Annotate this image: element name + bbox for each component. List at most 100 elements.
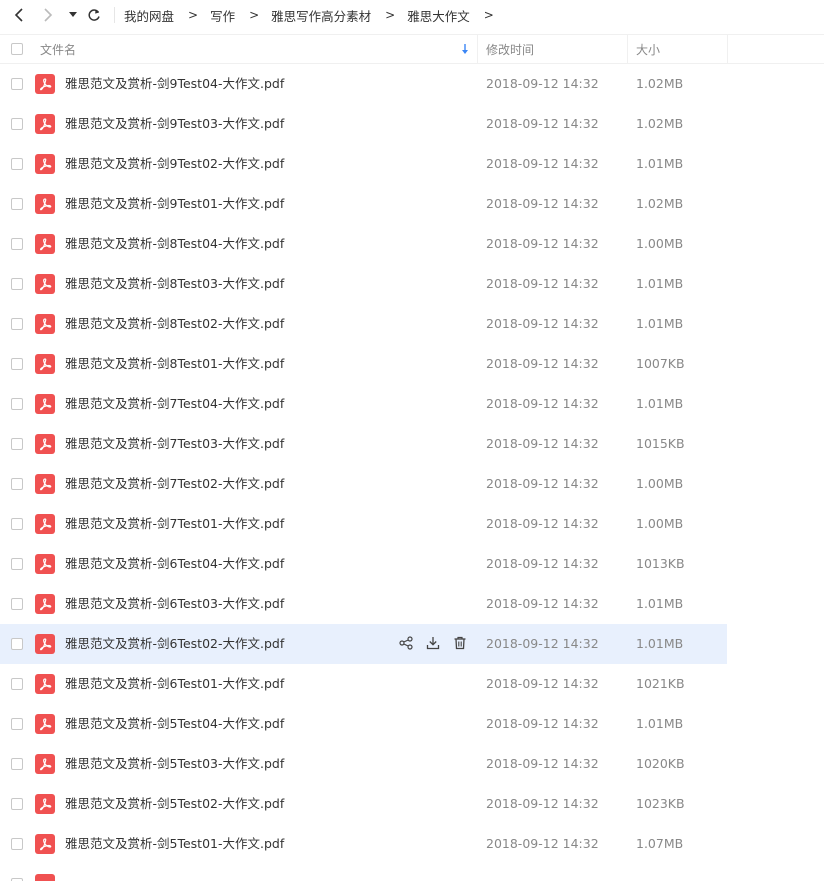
file-row[interactable]: 雅思范文及赏析-剑7Test02-大作文.pdf 2018-09-12 14:32… (0, 464, 727, 504)
history-dropdown-button[interactable] (66, 5, 80, 25)
row-checkbox[interactable] (11, 398, 23, 410)
file-row[interactable]: 雅思范文及赏析-剑8Test03-大作文.pdf 2018-09-12 14:32… (0, 264, 727, 304)
file-row[interactable]: 雅思范文及赏析-剑6Test01-大作文.pdf 2018-09-12 14:32… (0, 664, 727, 704)
breadcrumb-item[interactable]: 我的网盘 (124, 6, 174, 25)
breadcrumb-item[interactable]: 写作 (210, 6, 235, 25)
file-size: 1.02MB (636, 76, 684, 91)
file-row[interactable]: 雅思范文及赏析-剑9Test04-大作文.pdf 2018-09-12 14:32… (0, 64, 727, 104)
row-checkbox[interactable] (11, 438, 23, 450)
file-name[interactable]: 雅思范文及赏析-剑6Test02-大作文.pdf (65, 624, 284, 664)
file-name[interactable]: 雅思范文及赏析-剑6Test01-大作文.pdf (65, 664, 284, 704)
pdf-file-icon (35, 514, 55, 534)
file-row[interactable]: 雅思范文及赏析-剑7Test03-大作文.pdf 2018-09-12 14:32… (0, 424, 727, 464)
row-checkbox[interactable] (11, 718, 23, 730)
file-size: 1.01MB (636, 156, 684, 171)
nav-divider (114, 7, 115, 23)
chevron-left-icon (14, 8, 23, 22)
file-size: 1.01MB (636, 316, 684, 331)
file-row[interactable]: 雅思范文及赏析-剑7Test01-大作文.pdf 2018-09-12 14:32… (0, 504, 727, 544)
row-checkbox[interactable] (11, 758, 23, 770)
file-row[interactable]: 雅思范文及赏析-剑9Test03-大作文.pdf 2018-09-12 14:32… (0, 104, 727, 144)
row-checkbox[interactable] (11, 478, 23, 490)
file-row[interactable]: 雅思范文及赏析-剑9Test01-大作文.pdf 2018-09-12 14:32… (0, 184, 727, 224)
file-row[interactable]: 雅思范文及赏析-剑8Test02-大作文.pdf 2018-09-12 14:32… (0, 304, 727, 344)
file-row[interactable]: 雅思范文及赏析-剑6Test03-大作文.pdf 2018-09-12 14:32… (0, 584, 727, 624)
column-divider[interactable] (727, 35, 728, 63)
file-name[interactable]: 雅思范文及赏析-剑9Test04-大作文.pdf (65, 64, 284, 104)
back-button[interactable] (9, 5, 29, 25)
column-divider[interactable] (627, 35, 628, 63)
row-checkbox[interactable] (11, 78, 23, 90)
file-size: 1007KB (636, 356, 685, 371)
row-checkbox[interactable] (11, 318, 23, 330)
trash-button[interactable] (451, 635, 469, 653)
file-name[interactable]: 雅思范文及赏析-剑5Test02-大作文.pdf (65, 784, 284, 824)
file-size: 1021KB (636, 676, 685, 691)
file-name[interactable]: 雅思范文及赏析-剑7Test04-大作文.pdf (65, 384, 284, 424)
file-name[interactable]: 雅思范文及赏析-剑5Test04-大作文.pdf (65, 704, 284, 744)
column-header-size[interactable]: 大小 (636, 35, 660, 63)
file-modified-time: 2018-09-12 14:32 (486, 316, 599, 331)
row-checkbox[interactable] (11, 158, 23, 170)
file-modified-time: 2018-09-12 14:32 (486, 156, 599, 171)
row-checkbox[interactable] (11, 238, 23, 250)
row-checkbox[interactable] (11, 518, 23, 530)
forward-button[interactable] (38, 5, 58, 25)
file-name[interactable]: 雅思范文及赏析-剑7Test03-大作文.pdf (65, 424, 284, 464)
column-header-modified[interactable]: 修改时间 (486, 35, 534, 63)
refresh-button[interactable] (84, 5, 104, 25)
file-name[interactable]: 雅思范文及赏析-剑7Test02-大作文.pdf (65, 464, 284, 504)
breadcrumb: 我的网盘 > 写作 > 雅思写作高分素材 > 雅思大作文 > (124, 0, 506, 30)
sort-arrow-down-icon[interactable] (461, 35, 469, 63)
file-modified-time: 2018-09-12 14:32 (486, 396, 599, 411)
row-checkbox[interactable] (11, 198, 23, 210)
select-all-checkbox[interactable] (11, 35, 23, 63)
file-name[interactable]: 雅思范文及赏析-剑6Test04-大作文.pdf (65, 544, 284, 584)
file-row[interactable]: 雅思范文及赏析-剑6Test02-大作文.pdf 2018-09-12 14:32… (0, 624, 727, 664)
file-name[interactable]: 雅思范文及赏析-剑8Test02-大作文.pdf (65, 304, 284, 344)
chevron-right-icon (44, 8, 53, 22)
file-name[interactable]: 雅思范文及赏析-剑5Test01-大作文.pdf (65, 824, 284, 864)
file-name[interactable]: 雅思范文及赏析-剑8Test03-大作文.pdf (65, 264, 284, 304)
row-checkbox[interactable] (11, 638, 23, 650)
column-header-name[interactable]: 文件名 (40, 35, 76, 63)
row-checkbox[interactable] (11, 798, 23, 810)
share-button[interactable] (397, 635, 415, 653)
file-row[interactable]: 雅思范文及赏析-剑5Test04-大作文.pdf 2018-09-12 14:32… (0, 704, 727, 744)
file-row[interactable]: 雅思范文及赏析-剑5Test02-大作文.pdf 2018-09-12 14:32… (0, 784, 727, 824)
row-checkbox[interactable] (11, 558, 23, 570)
breadcrumb-item[interactable]: 雅思写作高分素材 (271, 6, 371, 25)
file-row[interactable]: 雅思范文及赏析-剑6Test04-大作文.pdf 2018-09-12 14:32… (0, 544, 727, 584)
row-checkbox[interactable] (11, 598, 23, 610)
row-checkbox[interactable] (11, 118, 23, 130)
file-name[interactable]: 雅思范文及赏析-剑5Test03-大作文.pdf (65, 744, 284, 784)
file-name[interactable]: 雅思范文及赏析-剑9Test02-大作文.pdf (65, 144, 284, 184)
pdf-file-icon (35, 834, 55, 854)
row-checkbox[interactable] (11, 358, 23, 370)
file-row[interactable]: 雅思范文及赏析-剑5Test01-大作文.pdf 2018-09-12 14:32… (0, 824, 727, 864)
file-modified-time: 2018-09-12 14:32 (486, 676, 599, 691)
file-size: 1.01MB (636, 396, 684, 411)
file-name[interactable]: 雅思范文及赏析-剑7Test01-大作文.pdf (65, 504, 284, 544)
file-name[interactable]: 雅思范文及赏析-剑8Test04-大作文.pdf (65, 224, 284, 264)
file-name[interactable]: 雅思范文及赏析-剑6Test03-大作文.pdf (65, 584, 284, 624)
breadcrumb-item-current[interactable]: 雅思大作文 (407, 6, 470, 25)
pdf-file-icon (35, 394, 55, 414)
pdf-file-icon (35, 234, 55, 254)
file-row[interactable]: 雅思范文及赏析-剑9Test02-大作文.pdf 2018-09-12 14:32… (0, 144, 727, 184)
row-checkbox[interactable] (11, 838, 23, 850)
row-checkbox[interactable] (11, 278, 23, 290)
file-size: 1.00MB (636, 236, 684, 251)
file-name[interactable]: 雅思范文及赏析-剑9Test01-大作文.pdf (65, 184, 284, 224)
file-row[interactable]: 雅思范文及赏析-剑8Test04-大作文.pdf 2018-09-12 14:32… (0, 224, 727, 264)
file-row[interactable]: 雅思范文及赏析-剑7Test04-大作文.pdf 2018-09-12 14:32… (0, 384, 727, 424)
file-row[interactable]: 雅思范文及赏析-剑5Test03-大作文.pdf 2018-09-12 14:32… (0, 744, 727, 784)
file-row-partial[interactable] (0, 864, 727, 881)
row-checkbox[interactable] (11, 678, 23, 690)
file-name[interactable]: 雅思范文及赏析-剑9Test03-大作文.pdf (65, 104, 284, 144)
download-button[interactable] (424, 635, 442, 653)
file-name[interactable]: 雅思范文及赏析-剑8Test01-大作文.pdf (65, 344, 284, 384)
file-modified-time: 2018-09-12 14:32 (486, 196, 599, 211)
file-row[interactable]: 雅思范文及赏析-剑8Test01-大作文.pdf 2018-09-12 14:32… (0, 344, 727, 384)
column-divider[interactable] (477, 35, 478, 63)
